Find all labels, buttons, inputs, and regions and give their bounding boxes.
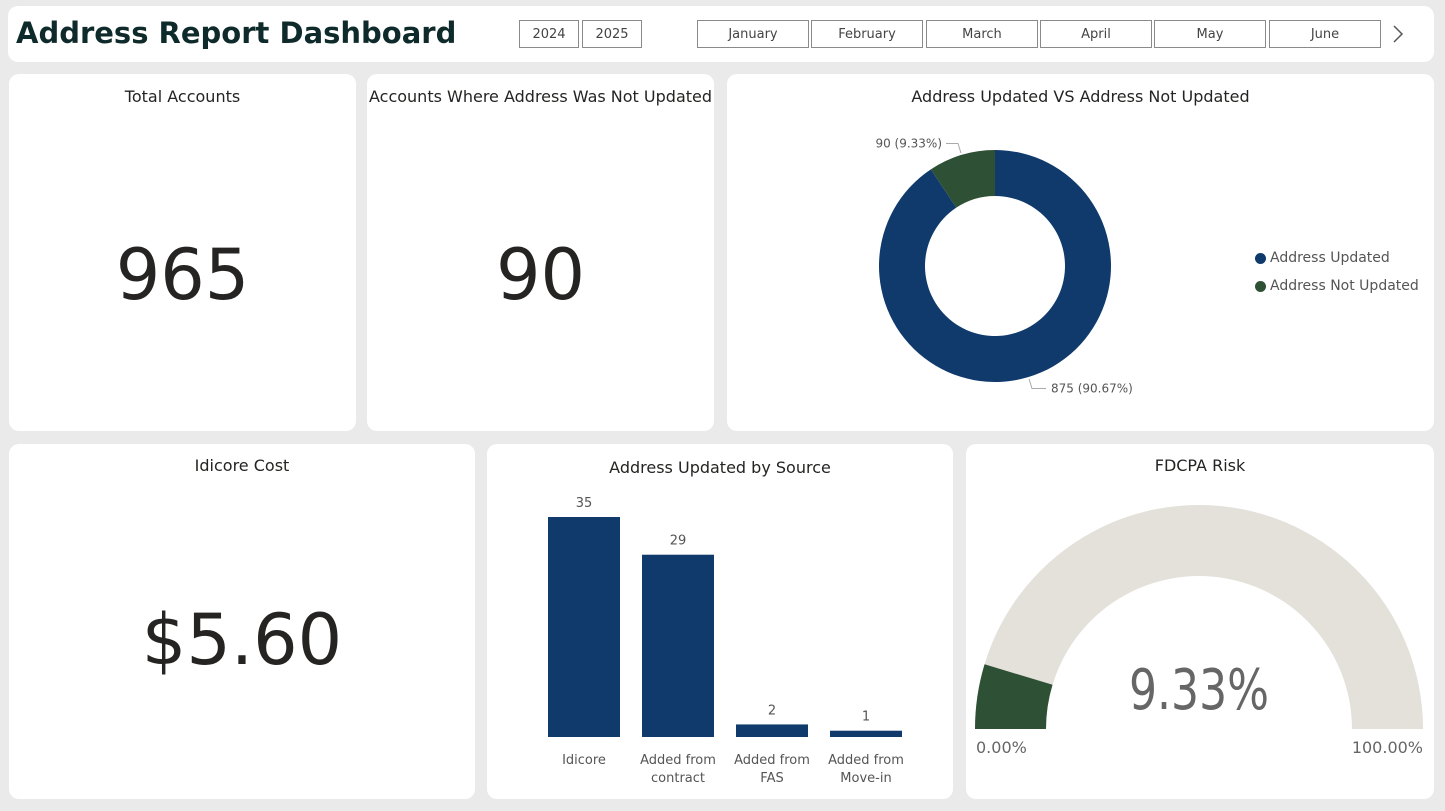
gauge-value-label: 9.33%: [1129, 658, 1269, 723]
total-accounts-card: Total Accounts 965: [9, 74, 356, 431]
gauge-max-label: 100.00%: [1352, 738, 1423, 757]
gauge-chart: 9.33% 0.00% 100.00%: [975, 505, 1423, 757]
bar-category-label: Added from FAS: [734, 753, 810, 786]
not-updated-card: Accounts Where Address Was Not Updated 9…: [367, 74, 714, 431]
legend-label: Address Updated: [1270, 250, 1390, 266]
gauge-card: FDCPA Risk 9.33% 0.00% 100.00%: [966, 444, 1434, 799]
donut-legend: Address Updated Address Not Updated: [1255, 244, 1419, 300]
month-slicer-june[interactable]: June: [1269, 20, 1381, 48]
not-updated-title: Accounts Where Address Was Not Updated: [368, 87, 713, 106]
chevron-right-icon[interactable]: [1386, 20, 1410, 48]
legend-item-address-not-updated[interactable]: Address Not Updated: [1255, 272, 1419, 300]
legend-item-address-updated[interactable]: Address Updated: [1255, 244, 1419, 272]
bar-data-label: 29: [670, 534, 687, 549]
idicore-cost-card: Idicore Cost $5.60: [9, 444, 475, 799]
bar-data-label: 2: [768, 703, 776, 718]
legend-dot-icon: [1255, 280, 1266, 292]
total-accounts-value: 965: [115, 234, 250, 316]
bar-data-label: 35: [576, 496, 593, 511]
donut-chart-card: Address Updated VS Address Not Updated 8…: [727, 74, 1434, 431]
month-slicer-february[interactable]: February: [811, 20, 923, 48]
bar-chart-card: Address Updated by Source 35 Idicore 29 Add…: [487, 444, 953, 799]
bar-3[interactable]: [830, 730, 902, 737]
month-slicer-january[interactable]: January: [697, 20, 809, 48]
year-slicer-2024[interactable]: 2024: [519, 20, 579, 48]
bar-0[interactable]: [548, 517, 620, 737]
header-bar: Address Report Dashboard 2024 2025 Janua…: [8, 6, 1434, 62]
month-slicer-april[interactable]: April: [1040, 20, 1152, 48]
bar-category-label: Added from Move-in: [828, 753, 904, 786]
legend-dot-icon: [1255, 252, 1266, 264]
year-slicer-2025[interactable]: 2025: [582, 20, 642, 48]
gauge-min-label: 0.00%: [976, 738, 1027, 757]
dashboard-title: Address Report Dashboard: [16, 16, 457, 50]
bar-data-label: 1: [862, 710, 870, 725]
bar-1[interactable]: [642, 554, 714, 737]
donut-leader-line-not-updated: [946, 142, 962, 154]
idicore-cost-title: Idicore Cost: [194, 456, 290, 475]
donut-data-label-not-updated: 90 (9.33%): [875, 136, 942, 150]
bar-chart: 35 Idicore 29 Added from contract 2 Added from…: [548, 496, 904, 786]
bar-category-label: Added from contract: [640, 753, 716, 786]
total-accounts-title: Total Accounts: [124, 87, 241, 106]
bar-category-label: Idicore: [562, 753, 606, 768]
month-slicer-may[interactable]: May: [1154, 20, 1266, 48]
legend-label: Address Not Updated: [1270, 278, 1419, 294]
donut-data-label-updated: 875 (90.67%): [1051, 382, 1133, 396]
bar-2[interactable]: [736, 724, 808, 737]
donut-leader-line-updated: [1028, 378, 1046, 390]
month-slicer-march[interactable]: March: [926, 20, 1038, 48]
idicore-cost-value: $5.60: [141, 599, 343, 681]
not-updated-value: 90: [495, 234, 586, 316]
